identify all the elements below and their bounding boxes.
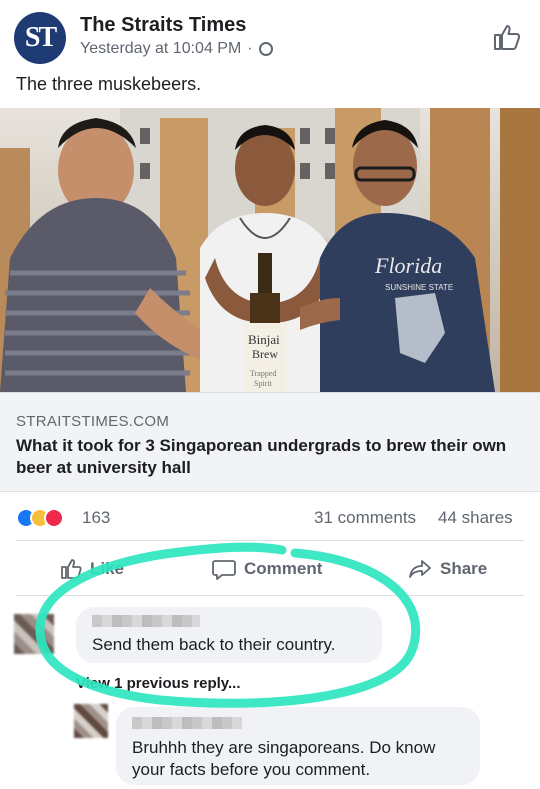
share-label: Share: [440, 559, 488, 578]
comment-text: Send them back to their country.: [92, 635, 336, 654]
reaction-count[interactable]: 163: [82, 508, 110, 528]
share-icon: [409, 560, 431, 578]
love-reaction-icon: [44, 508, 64, 528]
globe-icon: [258, 42, 273, 56]
comments-count[interactable]: 31 comments: [314, 508, 416, 528]
post-meta: Yesterday at 10:04 PM ·: [80, 40, 273, 58]
shares-count[interactable]: 44 shares: [438, 508, 513, 528]
view-previous-replies-link[interactable]: View 1 previous reply...: [76, 675, 241, 692]
link-card[interactable]: STRAITSTIMES.COM What it took for 3 Sing…: [0, 392, 540, 492]
comment-icon: [212, 560, 236, 580]
divider: [16, 595, 524, 596]
divider: [16, 540, 524, 541]
page-avatar[interactable]: ST: [14, 12, 66, 64]
bottle-label-1: Binjai: [248, 332, 280, 347]
post-stats: 163 31 comments 44 shares: [0, 500, 540, 536]
separator: ·: [247, 40, 253, 57]
reply-text: Bruhhh they are singaporeans. Do know yo…: [132, 738, 436, 779]
logo-text: ST: [24, 22, 57, 53]
reaction-icons[interactable]: [16, 508, 64, 528]
commenter-avatar[interactable]: [14, 614, 54, 654]
reply-commenter-name[interactable]: [132, 717, 242, 729]
thumbs-up-icon: [61, 559, 82, 579]
comment-button[interactable]: Comment: [212, 558, 322, 580]
comment-label: Comment: [244, 559, 323, 578]
bottle-label-2: Brew: [252, 347, 278, 361]
shirt-subtext: SUNSHINE STATE: [385, 283, 453, 292]
like-page-icon[interactable]: [492, 22, 522, 52]
like-button[interactable]: Like: [60, 558, 124, 580]
post-caption: The three muskebeers.: [16, 74, 202, 94]
reply-bubble: Bruhhh they are singaporeans. Do know yo…: [116, 707, 480, 785]
link-domain: STRAITSTIMES.COM: [16, 413, 170, 430]
post-header: ST The Straits Times Yesterday at 10:04 …: [0, 0, 540, 70]
bottle-label-4: Spirit: [254, 379, 273, 388]
bottle-label-3: Trapped: [250, 369, 276, 378]
commenter-name[interactable]: [92, 615, 200, 627]
timestamp[interactable]: Yesterday at 10:04 PM: [80, 40, 241, 58]
page-name[interactable]: The Straits Times: [80, 14, 246, 37]
reply-avatar[interactable]: [74, 704, 108, 738]
link-headline[interactable]: What it took for 3 Singaporean undergrad…: [16, 435, 516, 479]
link-preview-image[interactable]: Florida SUNSHINE STATE Binjai Brew Trapp…: [0, 108, 540, 392]
comment-bubble: Send them back to their country.: [76, 607, 382, 663]
share-button[interactable]: Share: [408, 558, 487, 580]
shirt-text: Florida: [374, 253, 442, 278]
like-label: Like: [90, 559, 125, 578]
